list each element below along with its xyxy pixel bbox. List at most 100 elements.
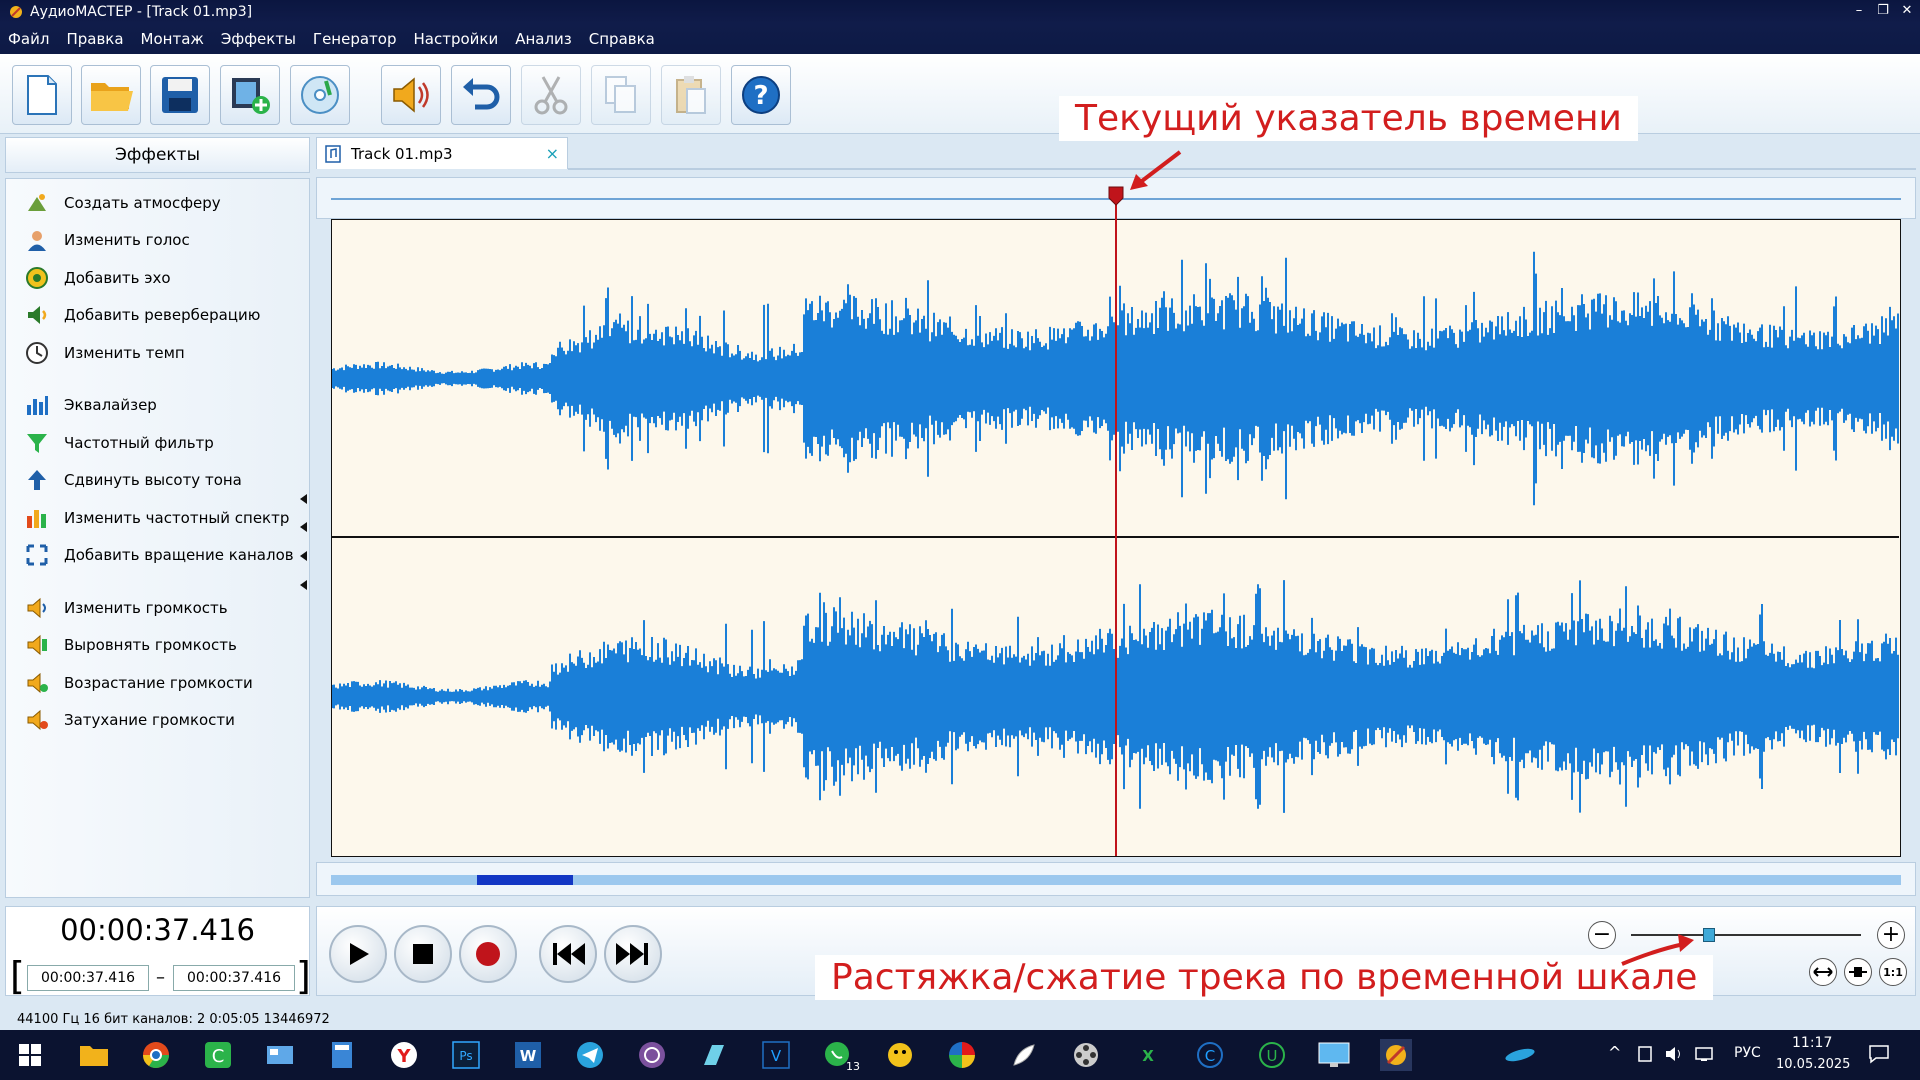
tray-clock-time[interactable]: 11:17 <box>1792 1035 1832 1051</box>
taskbar-chrome[interactable] <box>140 1039 172 1071</box>
bracket-left: [ <box>10 954 25 998</box>
collapse-arrow[interactable] <box>300 494 307 504</box>
effect-frequency-filter[interactable]: Частотный фильтр <box>24 430 214 456</box>
effect-rotate-channels[interactable]: Добавить вращение каналов <box>24 542 294 568</box>
restore-button[interactable]: ❐ <box>1876 3 1890 18</box>
collapse-arrow[interactable] <box>300 522 307 532</box>
scroll-thumb[interactable] <box>477 875 573 885</box>
taskbar-word[interactable]: W <box>512 1039 544 1071</box>
tray-chevron-icon[interactable]: ^ <box>1608 1043 1621 1062</box>
menu-file[interactable]: Файл <box>8 30 49 48</box>
taskbar-app-face[interactable] <box>884 1039 916 1071</box>
taskbar-photoshop[interactable]: Ps <box>450 1039 482 1071</box>
taskbar-app[interactable] <box>698 1039 730 1071</box>
effect-atmosphere[interactable]: Создать атмосферу <box>24 190 221 216</box>
zoom-slider-thumb[interactable] <box>1703 928 1716 942</box>
taskbar-audiomaster[interactable] <box>1380 1039 1412 1071</box>
play-button[interactable] <box>329 925 387 983</box>
yandex-icon: Y <box>391 1042 417 1068</box>
selection-start-field[interactable]: 00:00:37.416 <box>27 965 149 991</box>
tray-volume-icon[interactable] <box>1664 1045 1684 1063</box>
taskbar-app-color[interactable] <box>946 1039 978 1071</box>
speaker-button[interactable] <box>381 65 441 125</box>
scroll-track[interactable] <box>331 875 1901 885</box>
effect-fade-in[interactable]: Возрастание громкости <box>24 670 253 696</box>
svg-text:C: C <box>1205 1047 1215 1065</box>
add-video-button[interactable] <box>220 65 280 125</box>
zoom-in-button[interactable]: + <box>1877 921 1905 949</box>
playhead-marker-icon[interactable] <box>1108 186 1124 206</box>
taskbar-calculator[interactable] <box>326 1039 358 1071</box>
effect-tempo[interactable]: Изменить темп <box>24 340 185 366</box>
menu-effects[interactable]: Эффекты <box>221 30 296 48</box>
menu-settings[interactable]: Настройки <box>413 30 498 48</box>
go-to-start-button[interactable] <box>539 925 597 983</box>
audio-file-icon <box>325 144 341 163</box>
minimize-button[interactable]: – <box>1852 3 1866 18</box>
tab-track[interactable]: Track 01.mp3 × <box>316 137 568 169</box>
taskbar-yandex[interactable]: Y <box>388 1039 420 1071</box>
zoom-1to1-button[interactable]: 1:1 <box>1879 958 1907 986</box>
menu-generator[interactable]: Генератор <box>313 30 397 48</box>
menu-help[interactable]: Справка <box>589 30 655 48</box>
start-button[interactable] <box>14 1039 46 1071</box>
taskbar-control-panel[interactable] <box>264 1039 296 1071</box>
taskbar-app-reel[interactable] <box>1070 1039 1102 1071</box>
taskbar-telegram[interactable] <box>574 1039 606 1071</box>
tray-device-icon[interactable] <box>1636 1045 1654 1063</box>
tray-clock-date[interactable]: 10.05.2025 <box>1776 1057 1850 1072</box>
taskbar-whatsapp[interactable]: 13 <box>822 1039 860 1073</box>
stop-button[interactable] <box>394 925 452 983</box>
effect-normalize[interactable]: Выровнять громкость <box>24 632 237 658</box>
taskbar-app-streak[interactable] <box>1504 1039 1536 1071</box>
spectrum-icon <box>24 505 50 531</box>
annotation-arrow-icon <box>1130 150 1182 190</box>
taskbar-app-c2[interactable]: C <box>1194 1039 1226 1071</box>
fit-width-button[interactable] <box>1809 958 1837 986</box>
taskbar-viber[interactable] <box>636 1039 668 1071</box>
open-file-button[interactable] <box>81 65 141 125</box>
effect-reverb[interactable]: Добавить реверберацию <box>24 302 260 328</box>
tray-network-icon[interactable] <box>1694 1045 1714 1063</box>
taskbar-app-v[interactable]: V <box>760 1039 792 1071</box>
cut-button[interactable] <box>521 65 581 125</box>
menu-edit[interactable]: Правка <box>66 30 123 48</box>
zoom-selection-button[interactable] <box>1844 958 1872 986</box>
effect-voice[interactable]: Изменить голос <box>24 227 190 253</box>
taskbar-excel[interactable]: X <box>1132 1039 1164 1071</box>
effect-label: Добавить эхо <box>64 269 171 287</box>
cd-rip-button[interactable] <box>290 65 350 125</box>
go-to-end-button[interactable] <box>604 925 662 983</box>
effect-spectrum[interactable]: Изменить частотный спектр <box>24 505 289 531</box>
undo-button[interactable] <box>451 65 511 125</box>
menu-analysis[interactable]: Анализ <box>515 30 572 48</box>
tab-close-button[interactable]: × <box>546 144 559 163</box>
effect-fade-out[interactable]: Затухание громкости <box>24 707 235 733</box>
selection-end-field[interactable]: 00:00:37.416 <box>173 965 295 991</box>
collapse-arrow[interactable] <box>300 580 307 590</box>
close-button[interactable]: ✕ <box>1900 3 1914 18</box>
copy-button[interactable] <box>591 65 651 125</box>
menu-montage[interactable]: Монтаж <box>141 30 204 48</box>
zoom-out-button[interactable]: − <box>1588 921 1616 949</box>
filter-icon <box>24 430 50 456</box>
tray-language[interactable]: РУС <box>1734 1045 1761 1061</box>
effect-echo[interactable]: Добавить эхо <box>24 265 171 291</box>
effect-pitch-shift[interactable]: Сдвинуть высоту тона <box>24 467 242 493</box>
notifications-icon[interactable] <box>1868 1044 1890 1064</box>
new-file-button[interactable] <box>12 65 72 125</box>
help-button[interactable]: ? <box>731 65 791 125</box>
horizontal-scrollbar[interactable] <box>316 862 1916 896</box>
taskbar-app-c[interactable]: C <box>202 1039 234 1071</box>
svg-text:W: W <box>520 1047 537 1065</box>
collapse-arrow[interactable] <box>300 551 307 561</box>
paste-button[interactable] <box>661 65 721 125</box>
taskbar-app-u[interactable]: U <box>1256 1039 1288 1071</box>
taskbar-desktop-app[interactable] <box>1318 1039 1350 1071</box>
effect-equalizer[interactable]: Эквалайзер <box>24 392 157 418</box>
taskbar-app-feather[interactable] <box>1008 1039 1040 1071</box>
save-button[interactable] <box>150 65 210 125</box>
record-button[interactable] <box>459 925 517 983</box>
taskbar-explorer[interactable] <box>78 1039 110 1071</box>
effect-volume[interactable]: Изменить громкость <box>24 595 228 621</box>
